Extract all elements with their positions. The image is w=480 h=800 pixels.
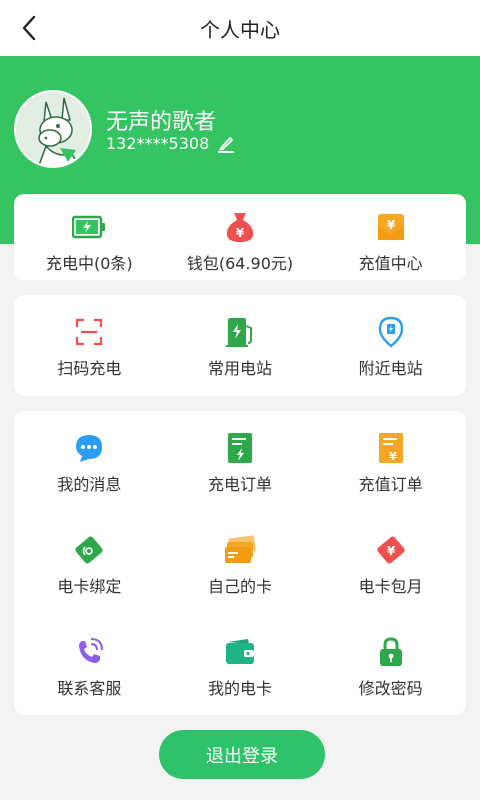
charging-status-item[interactable]: 充电中(0条): [14, 210, 165, 274]
charge-order-icon: [227, 433, 252, 463]
back-button[interactable]: [14, 12, 46, 44]
scan-icon: [76, 318, 103, 346]
recharge-center-label: 充值中心: [358, 254, 423, 273]
svg-text:¥: ¥: [386, 218, 395, 232]
wallet-item[interactable]: ¥ 钱包(64.90元): [165, 210, 316, 274]
my-card-label: 我的电卡: [207, 679, 272, 698]
wallet-icon: [225, 639, 254, 664]
common-station-item[interactable]: 常用电站: [165, 315, 316, 379]
phone-service-icon: [79, 638, 104, 663]
customer-service-item[interactable]: 联系客服: [14, 635, 165, 699]
battery-charging-icon: [72, 215, 106, 239]
lock-icon: [379, 637, 402, 666]
scan-charge-label: 扫码充电: [57, 359, 122, 378]
logout-button[interactable]: 退出登录: [159, 730, 325, 779]
wallet-label: 钱包(64.90元): [186, 254, 294, 273]
change-password-item[interactable]: 修改密码: [315, 635, 466, 699]
quick-actions-card: 扫码充电 常用电站 附近电站: [14, 295, 466, 396]
card-binding-item[interactable]: 电卡绑定: [14, 533, 165, 597]
money-bag-icon: ¥: [226, 213, 254, 242]
recharge-orders-label: 充值订单: [358, 475, 423, 494]
menu-card: 我的消息 充电订单 ¥ 充值订单 电卡绑定 自己的卡 ¥ 电卡包月 联系客服 我…: [14, 411, 466, 715]
my-messages-label: 我的消息: [57, 475, 122, 494]
change-password-label: 修改密码: [358, 679, 423, 698]
recharge-envelope-icon: ¥: [377, 214, 404, 240]
recharge-center-item[interactable]: ¥ 充值中心: [315, 210, 466, 274]
nearby-station-item[interactable]: 附近电站: [315, 315, 466, 379]
monthly-card-icon: ¥: [377, 536, 405, 564]
svg-text:¥: ¥: [236, 226, 245, 240]
username: 无声的歌者: [106, 110, 217, 135]
own-cards-label: 自己的卡: [207, 577, 272, 596]
card-bind-icon: [75, 536, 103, 564]
pencil-icon[interactable]: [217, 135, 235, 153]
nearby-station-label: 附近电站: [358, 359, 423, 378]
charging-station-icon: [225, 318, 252, 347]
monthly-card-label: 电卡包月: [358, 577, 423, 596]
customer-service-label: 联系客服: [57, 679, 122, 698]
my-messages-item[interactable]: 我的消息: [14, 431, 165, 495]
recharge-order-icon: ¥: [378, 433, 403, 463]
svg-text:¥: ¥: [386, 544, 395, 558]
charge-orders-label: 充电订单: [207, 475, 272, 494]
page-title: 个人中心: [200, 17, 280, 42]
phone-row: 132****5308: [106, 134, 235, 153]
common-station-label: 常用电站: [207, 359, 272, 378]
card-binding-label: 电卡绑定: [57, 577, 122, 596]
monthly-card-item[interactable]: ¥ 电卡包月: [315, 533, 466, 597]
charging-status-label: 充电中(0条): [45, 254, 133, 273]
recharge-orders-item[interactable]: ¥ 充值订单: [315, 431, 466, 495]
phone-number: 132****5308: [106, 134, 210, 153]
svg-text:¥: ¥: [389, 450, 397, 463]
message-icon: [76, 435, 103, 462]
my-cards-icon: [224, 535, 256, 563]
scan-charge-item[interactable]: 扫码充电: [14, 315, 165, 379]
chevron-left-icon: [22, 15, 36, 41]
avatar[interactable]: [14, 90, 92, 168]
own-cards-item[interactable]: 自己的卡: [165, 533, 316, 597]
location-pin-icon: [378, 316, 403, 348]
charge-orders-item[interactable]: 充电订单: [165, 431, 316, 495]
summary-card: 充电中(0条) ¥ 钱包(64.90元) ¥ 充值中心: [14, 194, 466, 280]
my-card-item[interactable]: 我的电卡: [165, 635, 316, 699]
top-bar: 个人中心: [0, 0, 480, 56]
